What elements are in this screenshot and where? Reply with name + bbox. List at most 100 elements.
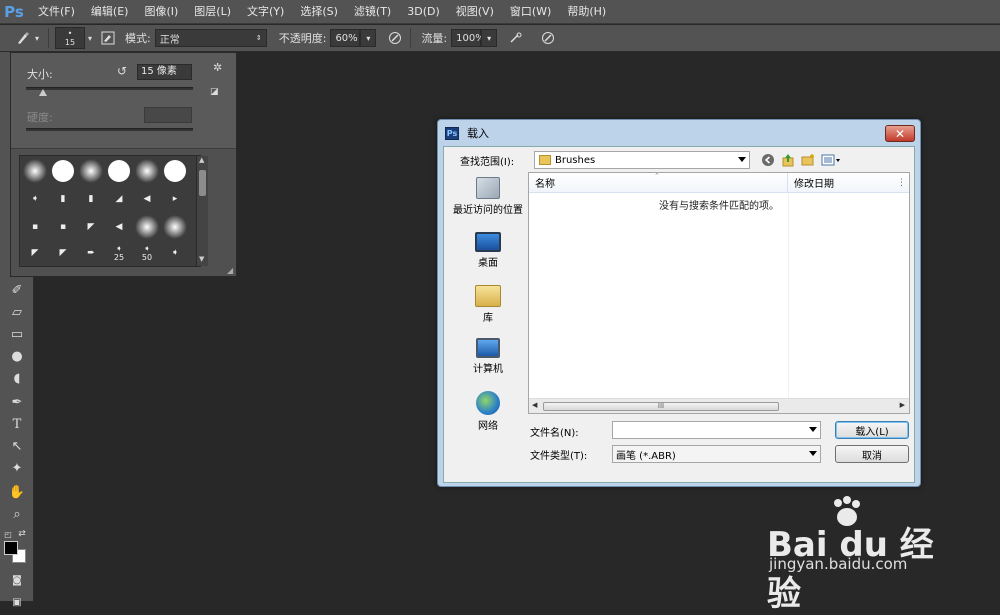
- path-selection-icon[interactable]: ↖: [6, 436, 28, 456]
- place-recent[interactable]: 最近访问的位置: [450, 177, 526, 216]
- pressure-size-icon[interactable]: [539, 29, 557, 47]
- place-libraries[interactable]: 库: [450, 285, 526, 324]
- zoom-icon[interactable]: ⌕: [6, 504, 28, 524]
- column-header-modified[interactable]: 修改日期 ⋮: [788, 173, 909, 193]
- flow-field[interactable]: 100%: [451, 29, 485, 47]
- blur-icon[interactable]: ●: [6, 346, 28, 366]
- brush-tip-bristle[interactable]: ▪: [50, 214, 76, 240]
- file-list[interactable]: 名称 ⌃ 修改日期 ⋮ 没有与搜索条件匹配的项。 ◀ III ▶: [528, 172, 910, 414]
- hardness-slider-track[interactable]: [26, 128, 193, 131]
- brush-tip-hard-round[interactable]: [162, 158, 188, 184]
- brush-tip-bristle[interactable]: ◢: [106, 186, 132, 212]
- brush-tip-bristle[interactable]: ➨: [78, 240, 104, 266]
- brush-tip-bristle[interactable]: ▮: [78, 186, 104, 212]
- horizontal-scrollbar[interactable]: ◀ III ▶: [529, 398, 909, 413]
- brush-tip-soft-round[interactable]: [162, 214, 188, 240]
- brush-tip-bristle[interactable]: ◤: [50, 240, 76, 266]
- cancel-button[interactable]: 取消: [835, 445, 909, 463]
- eraser-icon[interactable]: ▱: [6, 302, 28, 322]
- menu-edit[interactable]: 编辑(E): [85, 0, 135, 24]
- menu-type[interactable]: 文字(Y): [241, 0, 290, 24]
- brush-tip-50[interactable]: ➧ 50: [134, 240, 160, 266]
- type-tool-icon[interactable]: T: [6, 414, 28, 434]
- custom-shape-icon[interactable]: ✦: [6, 458, 28, 478]
- place-computer[interactable]: 计算机: [450, 338, 526, 375]
- menu-help[interactable]: 帮助(H): [561, 0, 612, 24]
- menu-file[interactable]: 文件(F): [32, 0, 81, 24]
- brush-tip-soft-round[interactable]: [78, 158, 104, 184]
- look-in-select[interactable]: Brushes: [534, 151, 750, 169]
- brush-tip-bristle[interactable]: ◀: [106, 214, 132, 240]
- dialog-title-bar[interactable]: Ps 载入 ✕: [438, 120, 920, 146]
- resize-grip-icon[interactable]: ◢: [227, 266, 233, 275]
- filetype-select[interactable]: 画笔 (*.ABR): [612, 445, 821, 463]
- flow-dropdown-button[interactable]: ▾: [481, 29, 498, 47]
- dialog-title: 载入: [467, 127, 489, 140]
- quick-mask-icon[interactable]: ◙: [6, 570, 28, 590]
- reset-size-icon[interactable]: ↺: [117, 64, 127, 78]
- pressure-opacity-icon[interactable]: [386, 29, 404, 47]
- opacity-field[interactable]: 60%: [330, 29, 361, 47]
- history-brush-icon[interactable]: ✐: [6, 280, 28, 300]
- brush-tip-soft-round[interactable]: [134, 158, 160, 184]
- menu-window[interactable]: 窗口(W): [504, 0, 557, 24]
- scroll-up-icon[interactable]: ▲: [199, 156, 204, 164]
- filename-input[interactable]: [612, 421, 821, 439]
- brush-tip-bristle[interactable]: ▪: [22, 214, 48, 240]
- brush-preset-picker[interactable]: • 15: [55, 27, 85, 49]
- scrollbar-thumb[interactable]: [199, 170, 206, 196]
- hand-icon[interactable]: ✋: [6, 482, 28, 502]
- brush-tip-bristle[interactable]: ◀: [134, 186, 160, 212]
- scrollbar-thumb[interactable]: III: [543, 402, 779, 411]
- tool-preset-dropdown-icon[interactable]: ▾: [32, 29, 42, 47]
- brush-tip-bristle[interactable]: ➧: [22, 186, 48, 212]
- brush-tip-bristle[interactable]: ▸: [162, 186, 188, 212]
- place-desktop[interactable]: 桌面: [450, 232, 526, 269]
- dropdown-arrow-icon[interactable]: [809, 427, 817, 432]
- gradient-icon[interactable]: ▭: [6, 324, 28, 344]
- brush-tip-bristle[interactable]: ▮: [50, 186, 76, 212]
- place-network[interactable]: 网络: [450, 391, 526, 432]
- brush-picker-dropdown-icon[interactable]: ▾: [85, 29, 95, 47]
- brush-tip-hard-round[interactable]: [106, 158, 132, 184]
- brush-panel-toggle-icon[interactable]: [99, 29, 117, 47]
- brush-tip-soft-round[interactable]: [134, 214, 160, 240]
- screen-mode-icon[interactable]: ▣: [6, 592, 28, 612]
- opacity-dropdown-button[interactable]: ▾: [360, 29, 377, 47]
- size-slider-thumb[interactable]: [38, 89, 47, 96]
- scroll-right-icon[interactable]: ▶: [900, 401, 905, 409]
- up-folder-icon[interactable]: [780, 153, 796, 167]
- scroll-down-icon[interactable]: ▼: [199, 255, 204, 263]
- brush-tip-hard-round[interactable]: [50, 158, 76, 184]
- pen-icon[interactable]: ✒: [6, 392, 28, 412]
- brush-tip-bristle[interactable]: ➧: [162, 240, 188, 266]
- new-folder-icon[interactable]: [800, 153, 816, 167]
- view-menu-icon[interactable]: [820, 153, 842, 167]
- column-header-name[interactable]: 名称 ⌃: [529, 172, 788, 193]
- menu-filter[interactable]: 滤镜(T): [348, 0, 397, 24]
- brush-tip-25[interactable]: ➧ 25: [106, 240, 132, 266]
- menu-view[interactable]: 视图(V): [450, 0, 500, 24]
- brush-tip-bristle[interactable]: ◤: [22, 240, 48, 266]
- brush-tool-icon[interactable]: [14, 29, 32, 47]
- menu-image[interactable]: 图像(I): [138, 0, 184, 24]
- brush-grid-scrollbar[interactable]: ▲ ▼: [196, 156, 208, 266]
- menu-3d[interactable]: 3D(D): [401, 0, 446, 24]
- close-icon[interactable]: ✕: [885, 125, 915, 142]
- menu-select[interactable]: 选择(S): [294, 0, 344, 24]
- load-button[interactable]: 载入(L): [835, 421, 909, 439]
- foreground-color-swatch[interactable]: [4, 541, 18, 555]
- back-icon[interactable]: [760, 153, 776, 167]
- hardness-input[interactable]: [144, 107, 192, 123]
- menu-layer[interactable]: 图层(L): [188, 0, 237, 24]
- panel-settings-gear-icon[interactable]: ✲: [213, 61, 222, 74]
- brush-tip-soft-round[interactable]: [22, 158, 48, 184]
- new-preset-icon[interactable]: ◪: [210, 87, 219, 97]
- mode-select[interactable]: 正常 ⇕: [154, 29, 267, 47]
- airbrush-icon[interactable]: [507, 29, 525, 47]
- brush-tip-bristle[interactable]: ◤: [78, 214, 104, 240]
- size-slider-track[interactable]: [26, 87, 193, 90]
- scroll-left-icon[interactable]: ◀: [532, 401, 537, 409]
- size-input[interactable]: 15 像素: [137, 64, 192, 80]
- dodge-icon[interactable]: ◖: [6, 368, 28, 388]
